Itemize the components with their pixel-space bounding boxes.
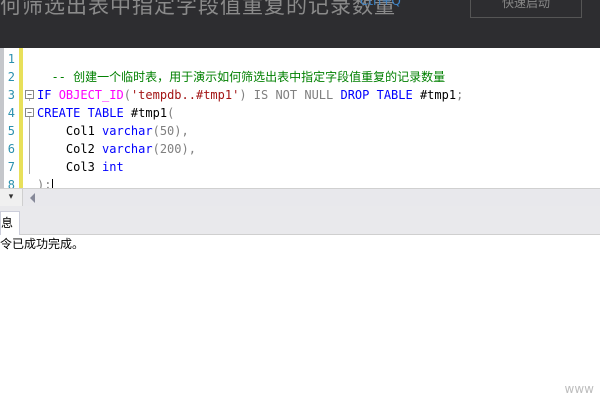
- code-token: varchar: [102, 124, 153, 138]
- code-line[interactable]: 3 − IF OBJECT_ID('tempdb..#tmp1') IS NOT N…: [0, 86, 600, 104]
- code-token: Col2: [37, 142, 103, 156]
- window-title-bar: 何筛选出表中指定字段值重复的记录数量 Ctrl+Q 快速启动: [0, 0, 600, 48]
- line-number: 6: [7, 142, 15, 156]
- results-tab-strip: 息: [0, 206, 600, 235]
- code-token: (200),: [152, 142, 196, 156]
- sql-editor[interactable]: 1 2 -- 创建一个临时表，用于演示如何筛选出表中指定字段值重复的记录数量 3 − I…: [0, 48, 600, 193]
- code-token: Col1: [37, 124, 103, 138]
- quick-launch-box[interactable]: 快速启动: [470, 0, 582, 18]
- watermark: www: [564, 382, 594, 396]
- collapse-icon[interactable]: −: [25, 90, 34, 99]
- code-text: Col1 varchar(50),: [37, 122, 189, 140]
- line-number: 3: [7, 88, 15, 102]
- code-token: OBJECT_ID: [58, 88, 124, 102]
- code-token: -- 创建一个临时表，用于演示如何筛选出表中指定字段值重复的记录数量: [37, 70, 446, 84]
- code-line[interactable]: 1: [0, 50, 600, 68]
- code-token: (50),: [152, 124, 189, 138]
- code-token: ) IS NOT NULL: [239, 88, 341, 102]
- code-token: Col3: [37, 160, 103, 174]
- code-line[interactable]: 5 Col1 varchar(50),: [0, 122, 600, 140]
- scroll-left-arrow-icon[interactable]: [30, 193, 35, 203]
- code-token: int: [102, 160, 124, 174]
- quick-launch-hint[interactable]: Ctrl+Q: [360, 0, 401, 8]
- line-number: 5: [7, 124, 15, 138]
- horizontal-scrollbar[interactable]: ▾: [0, 188, 600, 206]
- tab-messages[interactable]: 息: [0, 211, 21, 235]
- chevron-down-icon: ▾: [8, 192, 14, 202]
- code-line[interactable]: 7 Col3 int: [0, 158, 600, 176]
- line-number: 7: [7, 160, 15, 174]
- code-line[interactable]: 2 -- 创建一个临时表，用于演示如何筛选出表中指定字段值重复的记录数量: [0, 68, 600, 86]
- line-number: 1: [7, 52, 15, 66]
- code-token: #tmp1: [123, 106, 168, 120]
- code-text: Col2 varchar(200),: [37, 140, 196, 158]
- code-token: #tmp1: [412, 88, 457, 102]
- code-line[interactable]: 4 − CREATE TABLE #tmp1(: [0, 104, 600, 122]
- zoom-dropdown[interactable]: ▾: [0, 189, 23, 206]
- code-token: DROP TABLE: [340, 88, 413, 102]
- code-line[interactable]: 6 Col2 varchar(200),: [0, 140, 600, 158]
- code-token: CREATE TABLE: [37, 106, 124, 120]
- collapse-icon[interactable]: −: [25, 108, 34, 117]
- line-number: 2: [7, 70, 15, 84]
- line-number: 4: [7, 106, 15, 120]
- code-text: -- 创建一个临时表，用于演示如何筛选出表中指定字段值重复的记录数量: [37, 68, 445, 86]
- code-token: 'tempdb..#tmp1': [130, 88, 240, 102]
- code-token: (: [123, 88, 131, 102]
- code-text: Col3 int: [37, 158, 124, 176]
- code-token: IF: [37, 88, 59, 102]
- code-token: ;: [456, 88, 464, 102]
- messages-pane: 令已成功完成。 www: [0, 235, 600, 400]
- article-title: 何筛选出表中指定字段值重复的记录数量: [0, 0, 396, 18]
- code-text: IF OBJECT_ID('tempdb..#tmp1') IS NOT NUL…: [37, 86, 463, 104]
- code-text: CREATE TABLE #tmp1(: [37, 104, 174, 122]
- code-token: (: [167, 106, 175, 120]
- command-completed-message: 令已成功完成。: [0, 237, 85, 251]
- code-token: varchar: [102, 142, 153, 156]
